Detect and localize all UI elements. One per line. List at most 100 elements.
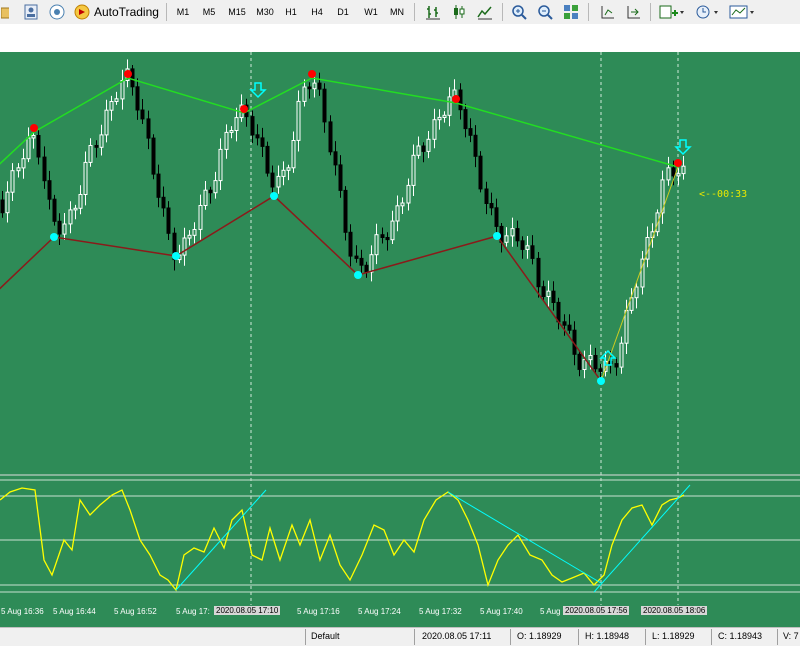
candle-body — [556, 301, 561, 323]
candle-body — [302, 86, 307, 102]
candle-body — [520, 240, 525, 250]
candlestick-icon[interactable] — [448, 2, 470, 22]
tile-windows-icon[interactable] — [560, 2, 582, 22]
time-label: 5 Aug 16:44 — [53, 607, 96, 616]
zoom-in-icon[interactable] — [508, 2, 530, 22]
toolbar-separator — [166, 3, 167, 21]
candle-body — [624, 309, 629, 344]
templates-icon[interactable] — [727, 2, 759, 22]
candle-body — [203, 189, 208, 206]
tf-d1[interactable]: D1 — [332, 2, 354, 22]
candle-body — [0, 199, 5, 214]
bar-open: O: 1.18929 — [517, 631, 562, 641]
candle-body — [276, 175, 281, 188]
chart-shift-icon[interactable] — [596, 2, 618, 22]
candle-body — [307, 86, 312, 90]
bar-volume: V: 7 — [783, 631, 799, 641]
candle-body — [676, 173, 681, 177]
bar-chart-icon[interactable] — [422, 2, 444, 22]
candle-body — [369, 254, 374, 273]
candle-body — [260, 137, 265, 147]
toolbar-separator — [414, 3, 415, 21]
candle-body — [146, 118, 151, 139]
tf-m1[interactable]: M1 — [172, 2, 194, 22]
tf-m30[interactable]: M30 — [252, 2, 278, 22]
candle-body — [265, 145, 270, 174]
tf-m15[interactable]: M15 — [224, 2, 250, 22]
signal-icon[interactable] — [46, 2, 68, 22]
time-label: 5 Aug 17:40 — [480, 607, 523, 616]
trough-marker — [597, 377, 605, 385]
candle-body — [73, 207, 78, 211]
candle-body — [21, 158, 26, 169]
status-bar: Default 2020.08.05 17:11 O: 1.18929 H: 1… — [0, 627, 800, 646]
candle-body — [478, 155, 483, 190]
candle-countdown-timer: <--00:33 — [699, 189, 748, 200]
candle-body — [317, 82, 322, 90]
tf-w1[interactable]: W1 — [359, 2, 383, 22]
candle-body — [208, 189, 213, 194]
candle-body — [666, 167, 671, 181]
candle-body — [42, 156, 47, 182]
peak-marker — [30, 124, 38, 132]
price-chart[interactable] — [0, 52, 800, 605]
candle-body — [192, 229, 197, 236]
status-separator — [414, 629, 415, 645]
tf-m5[interactable]: M5 — [198, 2, 220, 22]
candle-body — [437, 116, 442, 121]
account-icon[interactable] — [20, 2, 42, 22]
candle-body — [166, 207, 171, 234]
candle-body — [385, 237, 390, 241]
tf-h1[interactable]: H1 — [280, 2, 302, 22]
candle-body — [489, 203, 494, 209]
trough-marker — [493, 232, 501, 240]
trough-marker — [354, 271, 362, 279]
indicators-icon[interactable] — [656, 2, 686, 22]
candle-body — [94, 145, 99, 148]
candle-body — [182, 237, 187, 256]
time-label: 5 Aug — [540, 607, 561, 616]
candle-body — [47, 180, 52, 200]
crosshair-time-label: 2020.08.05 18:06 — [641, 606, 708, 615]
candle-body — [270, 172, 275, 188]
candle-body — [99, 134, 104, 148]
candle-body — [671, 167, 676, 177]
candle-body — [234, 117, 239, 131]
candle-body — [68, 209, 73, 225]
candle-body — [582, 359, 587, 371]
candle-body — [463, 109, 468, 130]
zoom-out-icon[interactable] — [534, 2, 556, 22]
candle-body — [395, 205, 400, 222]
candle-body — [468, 128, 473, 136]
candle-body — [359, 257, 364, 266]
periods-icon[interactable] — [692, 2, 722, 22]
time-label: 5 Aug 16:52 — [114, 607, 157, 616]
line-chart-icon[interactable] — [474, 2, 496, 22]
candle-body — [62, 223, 67, 235]
candle-body — [551, 290, 556, 303]
candle-body — [120, 80, 125, 100]
candle-body — [619, 342, 624, 368]
candle-body — [416, 145, 421, 156]
status-separator — [305, 629, 306, 645]
candle-body — [213, 180, 218, 194]
candle-body — [286, 167, 291, 171]
candle-body — [567, 324, 572, 331]
time-axis: 5 Aug 16:36 5 Aug 16:44 5 Aug 16:52 5 Au… — [0, 605, 800, 619]
folder-icon[interactable] — [0, 2, 10, 22]
autotrading-button[interactable]: AutoTrading — [72, 2, 160, 22]
candle-body — [374, 234, 379, 256]
autoscroll-icon[interactable] — [622, 2, 644, 22]
candle-body — [156, 173, 161, 198]
candle-body — [380, 234, 385, 238]
candle-body — [432, 119, 437, 140]
tf-h4[interactable]: H4 — [306, 2, 328, 22]
tf-mn[interactable]: MN — [385, 2, 409, 22]
profile-name[interactable]: Default — [311, 631, 340, 641]
candle-body — [354, 255, 359, 259]
candle-body — [328, 121, 333, 153]
peak-marker — [240, 105, 248, 113]
candle-body — [577, 353, 582, 370]
toolbar: AutoTrading M1 M5 M15 M30 H1 H4 D1 W1 MN — [0, 0, 800, 25]
candle-body — [515, 228, 520, 242]
